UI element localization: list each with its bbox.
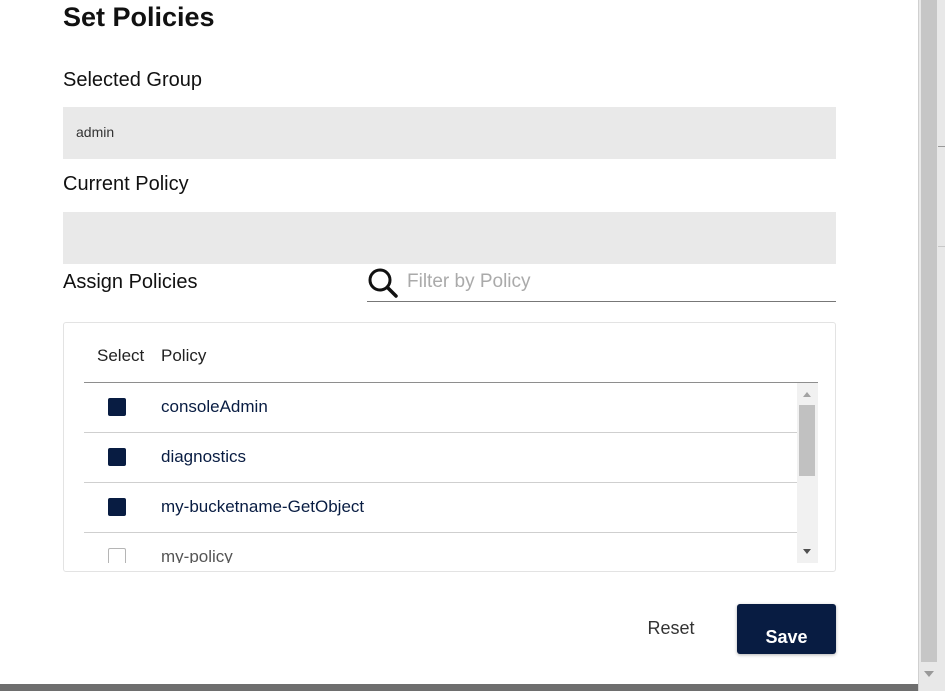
table-header: Select Policy (84, 323, 818, 383)
row-checkbox[interactable] (108, 548, 126, 563)
policy-filter (367, 263, 836, 302)
table-scrollbar[interactable] (797, 383, 818, 563)
scroll-down-arrow-icon[interactable] (803, 549, 811, 554)
scroll-up-arrow-icon[interactable] (803, 392, 811, 397)
policy-name: diagnostics (161, 447, 247, 466)
policy-name: my-bucketname-GetObject (161, 497, 365, 516)
set-policies-dialog: Set Policies Selected Group admin Curren… (0, 0, 918, 684)
current-policy-field (63, 212, 836, 264)
policy-filter-input[interactable] (407, 269, 827, 295)
dialog-title: Set Policies (63, 2, 215, 32)
table-row[interactable]: diagnostics (84, 433, 797, 483)
assign-policies-label: Assign Policies (63, 271, 198, 293)
page-scrollbar-thumb[interactable] (921, 0, 937, 662)
column-header-select: Select (97, 346, 145, 365)
row-checkbox[interactable] (108, 498, 126, 516)
selected-group-value: admin (76, 124, 115, 140)
policy-name: my-policy (161, 547, 233, 563)
background-divider (938, 246, 945, 247)
scrollbar-thumb[interactable] (799, 405, 815, 476)
backdrop-edge (0, 684, 918, 691)
selected-group-field: admin (63, 107, 836, 159)
table-row[interactable]: my-policy (84, 533, 797, 563)
table-body: consoleAdmin diagnostics my-bucketname-G… (84, 383, 797, 563)
page-scrollbar[interactable] (918, 0, 945, 691)
search-icon (367, 267, 399, 299)
row-checkbox[interactable] (108, 398, 126, 416)
policy-name: consoleAdmin (161, 397, 268, 416)
background-divider (938, 146, 945, 147)
table-row[interactable]: my-bucketname-GetObject (84, 483, 797, 533)
row-checkbox[interactable] (108, 448, 126, 466)
policies-table: Select Policy consoleAdmin diagnostics m… (63, 322, 836, 572)
current-policy-label: Current Policy (63, 173, 189, 195)
table-row[interactable]: consoleAdmin (84, 383, 797, 433)
save-button[interactable]: Save (737, 604, 836, 654)
reset-button[interactable]: Reset (640, 612, 702, 644)
page-scroll-down-arrow-icon[interactable] (924, 671, 934, 677)
selected-group-label: Selected Group (63, 69, 202, 91)
column-header-policy: Policy (161, 346, 207, 365)
